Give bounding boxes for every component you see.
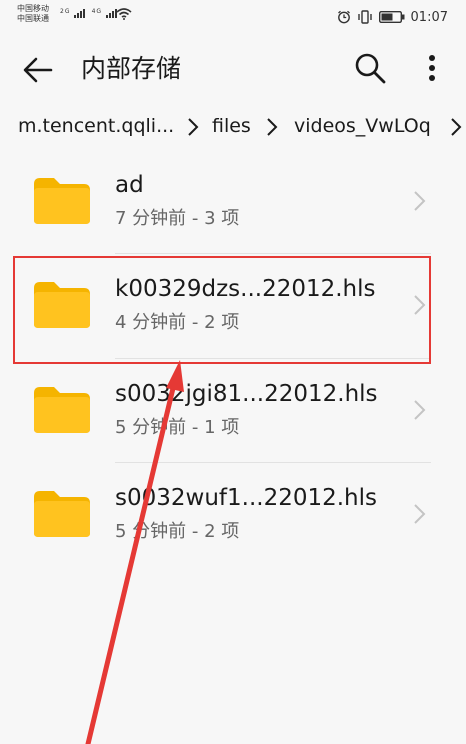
folder-icon (34, 178, 90, 224)
file-manager-screen: 中国移动 中国联通 2G 4G 01:07 内部存储 m.tencent.qql… (0, 0, 466, 744)
breadcrumb-item-1[interactable]: m.tencent.qqli... (18, 106, 174, 146)
file-meta: 5 分钟前 - 1 项 (115, 417, 240, 438)
list-item[interactable]: s0032jgi81...22012.hls 5 分钟前 - 1 项 (0, 359, 466, 463)
carrier-1: 中国移动 (17, 4, 49, 13)
file-name: s0032wuf1...22012.hls (115, 485, 377, 511)
carrier-labels: 中国移动 中国联通 (17, 4, 49, 24)
clock: 01:07 (410, 9, 448, 25)
network-indicators: 2G 4G (60, 8, 120, 18)
file-name: ad (115, 172, 144, 198)
breadcrumb: m.tencent.qqli... files videos_VwLOq (0, 106, 466, 146)
status-right-group: 01:07 (337, 8, 448, 26)
signal-strength-icon (74, 9, 86, 18)
folder-icon (34, 387, 90, 433)
network-type-2: 4G (91, 8, 103, 15)
list-item[interactable]: s0032wuf1...22012.hls 5 分钟前 - 2 项 (0, 463, 466, 567)
more-options-button[interactable] (414, 48, 450, 88)
more-vertical-icon (429, 55, 435, 81)
carrier-2: 中国联通 (17, 14, 49, 23)
search-button[interactable] (350, 48, 390, 88)
list-item[interactable]: ad 7 分钟前 - 3 项 (0, 150, 466, 254)
chevron-right-icon (414, 400, 426, 420)
chevron-right-icon (188, 118, 199, 136)
page-title: 内部存储 (81, 54, 182, 83)
folder-icon (34, 491, 90, 537)
arrow-left-icon (23, 57, 53, 83)
alarm-icon (337, 10, 350, 24)
chevron-right-icon (414, 191, 426, 211)
chevron-right-icon (414, 504, 426, 524)
file-name: s0032jgi81...22012.hls (115, 381, 378, 407)
battery-icon (378, 11, 405, 23)
wifi-icon (116, 8, 132, 20)
breadcrumb-item-3[interactable]: videos_VwLOq (294, 106, 431, 146)
file-meta: 7 分钟前 - 3 项 (115, 208, 240, 229)
back-button[interactable] (18, 50, 58, 90)
file-meta: 5 分钟前 - 2 项 (115, 521, 240, 542)
search-icon (355, 53, 386, 84)
vibrate-icon (357, 10, 372, 24)
app-bar: 内部存储 (0, 36, 466, 104)
breadcrumb-item-2[interactable]: files (212, 106, 251, 146)
chevron-right-icon (267, 118, 278, 136)
annotation-highlight-box (13, 256, 431, 364)
network-type-1: 2G (60, 8, 71, 15)
status-bar: 中国移动 中国联通 2G 4G 01:07 (0, 0, 466, 36)
chevron-right-icon (451, 118, 462, 136)
